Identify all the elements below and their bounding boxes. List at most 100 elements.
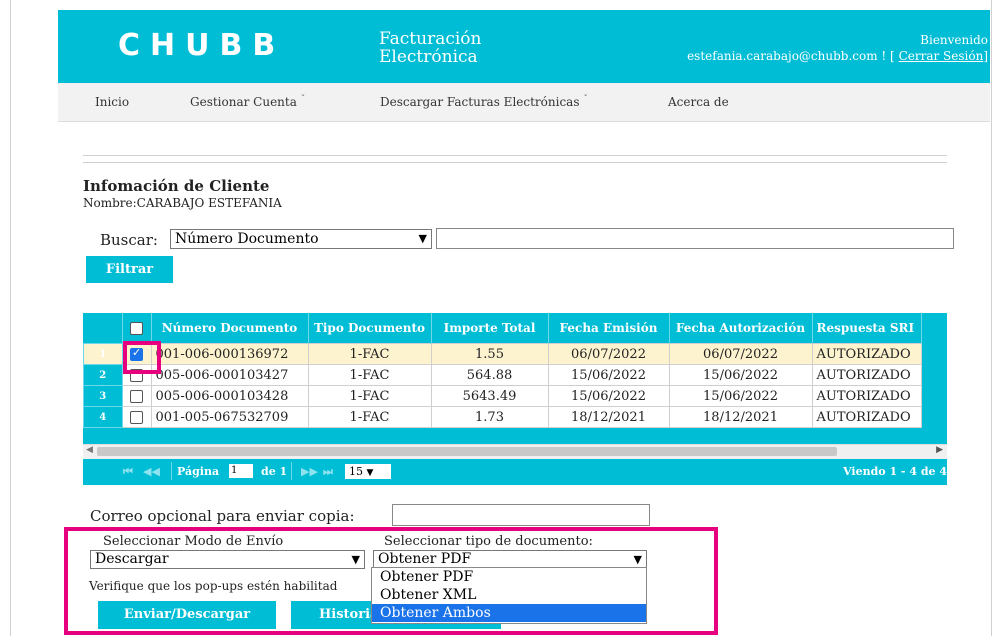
- table-row[interactable]: 1 001-006-000136972 1-FAC 1.55 06/07/202…: [83, 343, 922, 365]
- send-download-button[interactable]: Enviar/Descargar: [98, 601, 276, 629]
- nav-acerca-de[interactable]: Acerca de: [668, 95, 729, 109]
- client-name: Nombre:CARABAJO ESTEFANIA: [83, 196, 282, 210]
- chevron-down-icon: ˇ: [300, 95, 306, 105]
- user-email: estefania.carabajo@chubb.com ! [: [687, 49, 895, 63]
- nav-gestionar-cuenta[interactable]: Gestionar Cuenta ˇ: [190, 95, 305, 109]
- popup-warning: Verifique que los pop-ups estén habilita…: [89, 579, 338, 593]
- col-numero-documento[interactable]: Número Documento: [151, 313, 309, 344]
- main-nav: Inicio Gestionar Cuenta ˇ Descargar Fact…: [58, 83, 990, 122]
- checkbox-highlight-box: [123, 341, 161, 374]
- prev-page-icon[interactable]: ◀◀: [143, 465, 160, 478]
- grid-pager: ⏮ ◀◀ Página 1 de 1 ▶▶ ⏭ 15 ▼ Viendo 1 - …: [83, 458, 947, 485]
- cell-respuesta-sri: AUTORIZADO: [811, 364, 922, 386]
- option-obtener-pdf[interactable]: Obtener PDF: [372, 568, 646, 586]
- app-header: CHUBB Facturación Electrónica Bienvenido…: [58, 10, 990, 83]
- select-all-checkbox[interactable]: [130, 322, 143, 335]
- nav-descargar-facturas[interactable]: Descargar Facturas Electrónicas ˇ: [380, 95, 588, 109]
- cell-fecha-emision: 18/12/2021: [547, 406, 670, 428]
- filter-button[interactable]: Filtrar: [86, 256, 173, 283]
- doc-type-value: Obtener PDF: [378, 551, 472, 567]
- cell-numero-documento: 001-005-067532709: [150, 406, 309, 428]
- col-importe-total[interactable]: Importe Total: [431, 313, 549, 344]
- cell-importe-total: 564.88: [430, 364, 549, 386]
- welcome-block: Bienvenido estefania.carabajo@chubb.com …: [687, 32, 988, 64]
- divider: [83, 162, 947, 163]
- viewing-count: Viendo 1 - 4 de 4: [843, 465, 947, 478]
- row-number: 1: [83, 343, 123, 365]
- cell-fecha-emision: 15/06/2022: [547, 385, 670, 407]
- cell-fecha-autorizacion: 15/06/2022: [668, 364, 813, 386]
- rownum-header: [83, 313, 123, 344]
- scroll-right-icon[interactable]: ▶: [936, 445, 943, 455]
- next-page-icon[interactable]: ▶▶: [301, 465, 318, 478]
- chevron-down-icon: ▼: [633, 553, 642, 566]
- option-obtener-ambos[interactable]: Obtener Ambos: [372, 604, 646, 622]
- cell-importe-total: 1.73: [430, 406, 549, 428]
- search-label: Buscar:: [100, 231, 158, 249]
- col-respuesta-sri[interactable]: Respuesta SRI: [812, 313, 922, 344]
- app-name-line2: Electrónica: [379, 47, 478, 67]
- row-number: 2: [83, 364, 123, 386]
- rows-per-page-select[interactable]: 15 ▼: [345, 464, 391, 479]
- row-select-cell[interactable]: [121, 406, 152, 428]
- table-row[interactable]: 4 001-005-067532709 1-FAC 1.73 18/12/202…: [83, 406, 922, 428]
- table-header-row: Número Documento Tipo Documento Importe …: [83, 313, 922, 344]
- cell-respuesta-sri: AUTORIZADO: [811, 406, 922, 428]
- email-copy-input[interactable]: [392, 504, 650, 526]
- option-obtener-xml[interactable]: Obtener XML: [372, 586, 646, 604]
- app-name-line1: Facturación: [379, 29, 482, 49]
- divider: [83, 155, 947, 156]
- send-mode-label: Seleccionar Modo de Envío: [103, 534, 284, 549]
- cell-numero-documento: 001-006-000136972: [150, 343, 309, 365]
- table-row[interactable]: 3 005-006-000103428 1-FAC 5643.49 15/06/…: [83, 385, 922, 407]
- row-select-cell[interactable]: [121, 385, 152, 407]
- first-page-icon[interactable]: ⏮: [123, 465, 133, 479]
- nav-gestionar-label: Gestionar Cuenta: [190, 95, 297, 109]
- pager-divider: [171, 462, 172, 480]
- col-fecha-emision[interactable]: Fecha Emisión: [548, 313, 670, 344]
- pager-divider: [291, 462, 292, 480]
- select-all-header[interactable]: [122, 313, 152, 344]
- cell-tipo-documento: 1-FAC: [307, 406, 432, 428]
- app-name: Facturación Electrónica: [379, 30, 481, 66]
- scroll-left-icon[interactable]: ◀: [86, 445, 93, 455]
- send-mode-value: Descargar: [95, 551, 169, 567]
- page-total: de 1: [261, 465, 288, 478]
- search-field-value: Número Documento: [175, 231, 319, 247]
- cell-tipo-documento: 1-FAC: [307, 343, 432, 365]
- cell-respuesta-sri: AUTORIZADO: [811, 343, 922, 365]
- cell-fecha-autorizacion: 06/07/2022: [668, 343, 813, 365]
- cell-importe-total: 1.55: [430, 343, 549, 365]
- col-fecha-autorizacion[interactable]: Fecha Autorización: [669, 313, 813, 344]
- logout-link[interactable]: Cerrar Sesión: [899, 49, 984, 63]
- chubb-logo[interactable]: CHUBB: [118, 28, 285, 63]
- row-checkbox[interactable]: [130, 410, 143, 424]
- cell-fecha-emision: 15/06/2022: [547, 364, 670, 386]
- last-page-icon[interactable]: ⏭: [323, 465, 333, 479]
- chevron-down-icon: ▼: [366, 468, 374, 478]
- documents-table: Número Documento Tipo Documento Importe …: [83, 313, 922, 428]
- chevron-down-icon: ▼: [418, 232, 427, 245]
- page-label: Página: [177, 465, 220, 478]
- nav-inicio-label: Inicio: [95, 95, 130, 109]
- col-tipo-documento[interactable]: Tipo Documento: [308, 313, 432, 344]
- email-copy-label: Correo opcional para enviar copia:: [90, 507, 355, 525]
- horizontal-scrollbar[interactable]: ◀ ▶: [83, 444, 947, 459]
- cell-fecha-autorizacion: 18/12/2021: [668, 406, 813, 428]
- search-field-select[interactable]: Número Documento ▼: [170, 229, 432, 249]
- chevron-down-icon: ▼: [351, 553, 360, 566]
- row-number: 4: [83, 406, 123, 428]
- rows-per-page-value: 15: [349, 465, 363, 478]
- send-mode-select[interactable]: Descargar ▼: [90, 550, 365, 569]
- welcome-text: Bienvenido: [920, 33, 988, 47]
- row-checkbox[interactable]: [130, 389, 143, 403]
- page-number-input[interactable]: 1: [229, 464, 253, 478]
- nav-inicio[interactable]: Inicio: [95, 95, 129, 109]
- table-row[interactable]: 2 005-006-000103427 1-FAC 564.88 15/06/2…: [83, 364, 922, 386]
- cell-numero-documento: 005-006-000103427: [150, 364, 309, 386]
- logout-bracket: ]: [983, 49, 988, 63]
- scrollbar-thumb[interactable]: [97, 447, 837, 456]
- search-input[interactable]: [436, 228, 954, 249]
- nav-descargar-label: Descargar Facturas Electrónicas: [380, 95, 580, 109]
- cell-fecha-autorizacion: 15/06/2022: [668, 385, 813, 407]
